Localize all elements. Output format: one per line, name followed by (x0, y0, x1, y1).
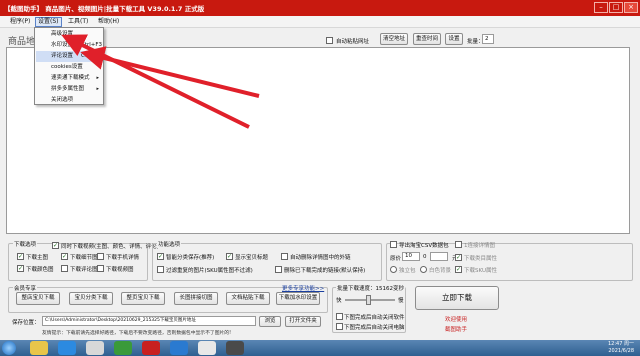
taskbar: 12:47 周一 2021/6/28 (0, 340, 640, 356)
green-app-icon[interactable] (114, 341, 132, 355)
annotation-arrows (61, 34, 260, 129)
document-app-icon[interactable] (198, 341, 216, 355)
app-icon[interactable] (86, 341, 104, 355)
file-explorer-icon[interactable] (30, 341, 48, 355)
red-app-icon[interactable] (142, 341, 160, 355)
browser-icon[interactable] (58, 341, 76, 355)
blue-app-icon[interactable] (170, 341, 188, 355)
clock-time: 12:47 周一 (608, 341, 634, 347)
clock-date: 2021/6/28 (608, 348, 634, 354)
arrow-to-watermark-icon (61, 34, 250, 129)
dark-app-icon[interactable] (226, 341, 244, 355)
start-button-icon[interactable] (2, 341, 16, 355)
system-clock[interactable]: 12:47 周一 2021/6/28 (608, 341, 634, 355)
